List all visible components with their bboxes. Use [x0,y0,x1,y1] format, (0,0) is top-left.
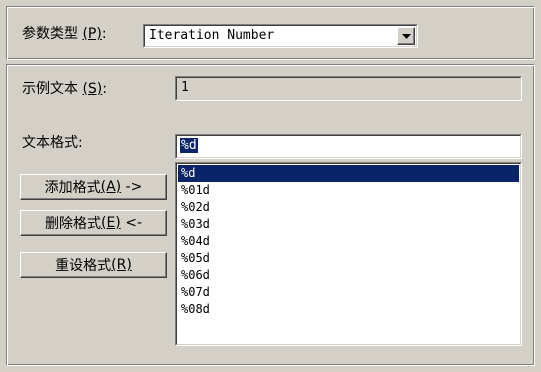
format-list-item[interactable]: %08d [178,301,519,318]
format-list-item[interactable]: %07d [178,284,519,301]
reset-format-button-label: 重设格式 [55,258,112,274]
add-format-button[interactable]: 添加格式 (A) -> [20,174,167,200]
add-format-button-label: 添加格式 [44,180,101,196]
delete-format-accesskey: (E) [100,215,121,231]
format-list[interactable]: %d %01d %02d %03d %04d %05d %06d %07d %08d [175,162,522,346]
reset-format-button[interactable]: 重设格式 (R) [20,252,167,278]
add-format-arrow: -> [121,179,143,195]
format-list-item[interactable]: %d [178,165,519,182]
param-type-label: 参数类型 (P): [22,25,107,43]
sample-text-field-border [176,77,521,100]
format-list-item[interactable]: %06d [178,267,519,284]
format-list-item[interactable]: %01d [178,182,519,199]
sample-text-field: 1 [175,76,522,101]
param-type-select[interactable]: Iteration Number [143,24,418,48]
reset-format-accesskey: (R) [111,257,132,273]
format-list-item[interactable]: %04d [178,233,519,250]
format-list-item[interactable]: %02d [178,199,519,216]
sample-text-label-colon: : [102,81,107,97]
text-format-input-border [176,135,521,158]
param-type-label-text: 参数类型 [22,26,83,42]
sample-text-value: 1 [181,80,189,95]
sample-text-label: 示例文本 (S): [22,80,107,98]
param-type-value: Iteration Number [149,28,275,43]
sample-text-label-text: 示例文本 [22,81,83,97]
param-type-dropdown-button[interactable] [397,27,415,45]
text-format-input[interactable]: %d [175,134,522,159]
delete-format-button[interactable]: 删除格式 (E) <- [20,210,167,236]
text-format-label: 文本格式: [22,135,83,151]
text-format-value: %d [180,138,198,153]
format-list-item[interactable]: %05d [178,250,519,267]
delete-format-button-label: 删除格式 [44,216,101,232]
param-type-accesskey: (P) [82,26,102,42]
delete-format-arrow: <- [120,215,142,231]
chevron-down-icon [401,33,411,39]
param-type-label-colon: : [101,26,107,42]
add-format-accesskey: (A) [100,179,122,195]
format-list-item[interactable]: %03d [178,216,519,233]
sample-text-accesskey: (S) [82,81,103,97]
